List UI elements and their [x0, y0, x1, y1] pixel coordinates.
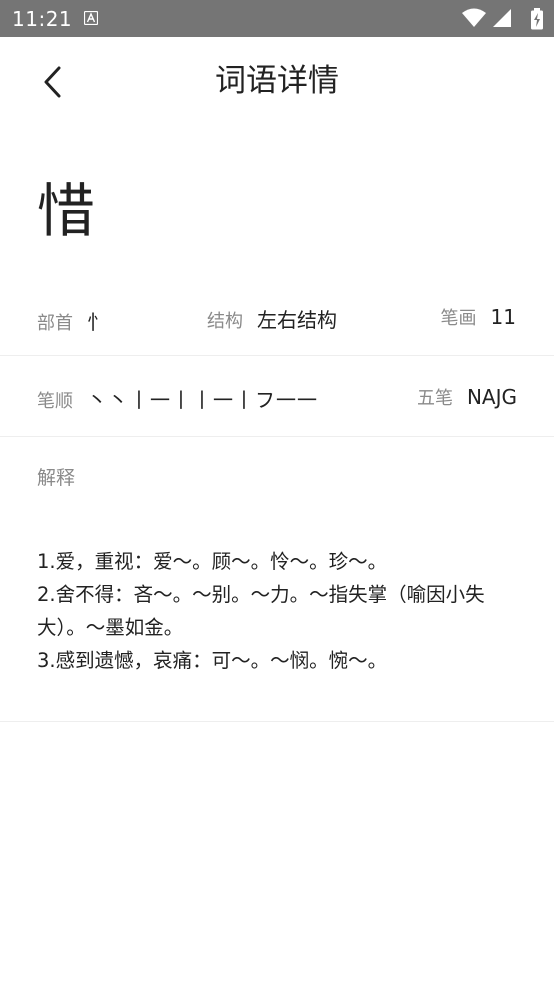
signal-icon	[493, 9, 511, 27]
stroke-order-label: 笔顺	[37, 391, 73, 412]
radical-value: 忄	[87, 310, 107, 334]
radical-label: 部首	[37, 313, 73, 334]
stroke-order-value: 丶丶丨一丨丨一丨フ一一	[87, 388, 318, 412]
app-bar: 词语详情	[0, 37, 554, 127]
structure-label: 结构	[207, 311, 243, 332]
status-bar: 11:21	[0, 0, 554, 37]
font-a-icon	[84, 11, 98, 25]
explanation-title: 解释	[37, 467, 76, 489]
wifi-icon	[462, 8, 486, 27]
strokes-value: 11	[490, 305, 516, 329]
explanation-section: 解释 1.爱，重视：爱～。顾～。怜～。珍～。 2.舍不得：吝～。～别。～力。～指…	[0, 437, 554, 722]
radical-field: 部首 忄	[37, 306, 107, 335]
explanation-body: 1.爱，重视：爱～。顾～。怜～。珍～。 2.舍不得：吝～。～别。～力。～指失掌（…	[37, 545, 523, 677]
battery-charging-icon	[531, 8, 543, 30]
wubi-value: NAJG	[466, 385, 517, 409]
info-row-strokes: 笔顺 丶丶丨一丨丨一丨フ一一 五笔 NAJG	[0, 356, 554, 437]
page-title: 词语详情	[215, 63, 339, 99]
structure-field: 结构 左右结构	[207, 304, 337, 333]
explanation-line: 3.感到遗憾，哀痛：可～。～悯。惋～。	[37, 649, 388, 672]
explanation-line: 2.舍不得：吝～。～别。～力。～指失掌（喻因小失大）。～墨如金。	[37, 583, 485, 639]
stroke-order-field: 笔顺 丶丶丨一丨丨一丨フ一一	[37, 384, 318, 413]
wubi-field: 五笔 NAJG	[417, 384, 517, 410]
wubi-label: 五笔	[416, 388, 453, 409]
character-display: 惜	[37, 177, 96, 245]
explanation-line: 1.爱，重视：爱～。顾～。怜～。珍～。	[37, 550, 388, 573]
structure-value: 左右结构	[257, 308, 337, 332]
strokes-label: 笔画	[440, 308, 477, 329]
info-row-basic: 部首 忄 结构 左右结构 笔画 11	[0, 290, 554, 356]
strokes-field: 笔画 11	[441, 304, 516, 330]
status-time: 11:21	[12, 7, 73, 31]
